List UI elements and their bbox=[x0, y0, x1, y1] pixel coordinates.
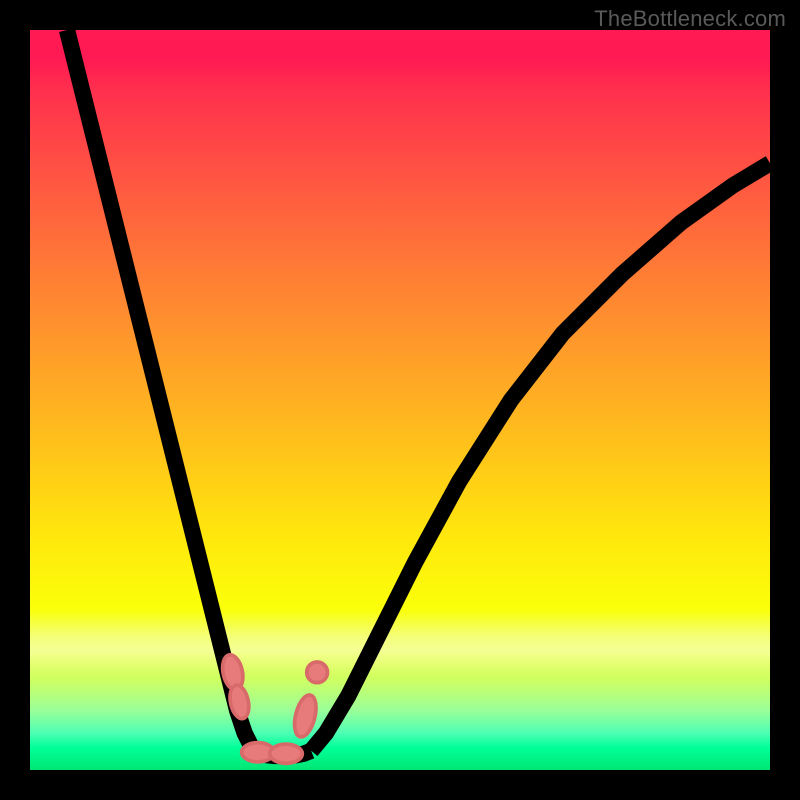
right-lower-pill bbox=[291, 693, 320, 739]
left-curve bbox=[67, 30, 259, 754]
plot-area bbox=[30, 30, 770, 770]
frame: TheBottleneck.com bbox=[0, 0, 800, 800]
watermark-text: TheBottleneck.com bbox=[594, 6, 786, 32]
floor-pill-2 bbox=[270, 744, 303, 763]
chart-svg bbox=[30, 30, 770, 770]
right-upper-dot bbox=[307, 662, 328, 683]
right-curve bbox=[311, 163, 770, 751]
